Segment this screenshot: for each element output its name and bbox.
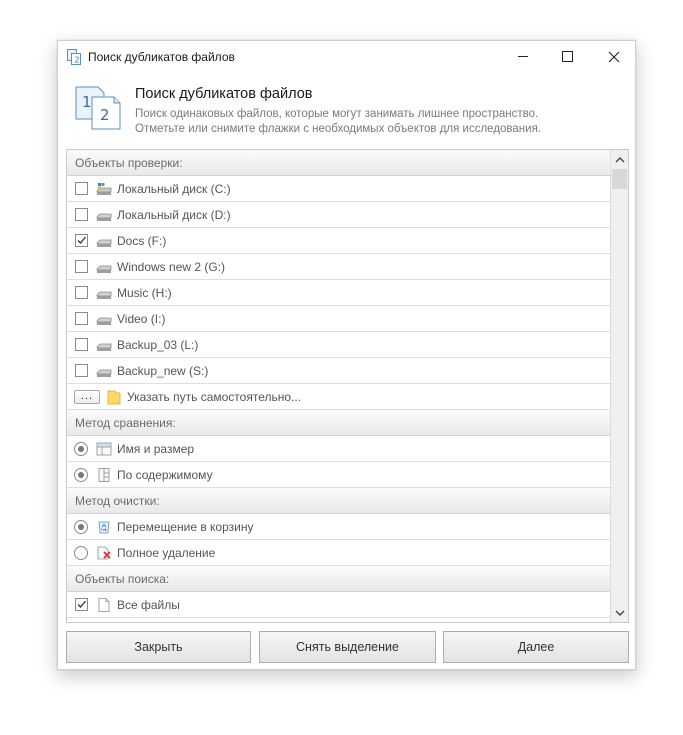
scroll-thumb[interactable]	[612, 169, 627, 189]
drive-icon	[96, 260, 112, 274]
cleanup-option-label: Полное удаление	[117, 546, 216, 560]
delete-file-icon	[96, 546, 112, 560]
compare-option-label: По содержимому	[117, 468, 213, 482]
dialog-header: 1 2 Поиск дубликатов файлов Поиск одинак…	[58, 73, 635, 149]
drive-label: Backup_new (S:)	[117, 364, 209, 378]
minimize-button[interactable]	[500, 41, 546, 72]
drive-checkbox[interactable]	[75, 260, 88, 273]
cleanup-option-label: Перемещение в корзину	[117, 520, 254, 534]
chevron-down-icon	[615, 610, 624, 616]
close-icon	[608, 51, 620, 62]
group-header-cleanup-method: Метод очистки:	[67, 488, 611, 514]
search-option-row[interactable]: Все файлы	[67, 592, 611, 618]
file-icon	[96, 598, 112, 612]
group-header-scan-objects: Объекты проверки:	[67, 150, 611, 176]
custom-path-row[interactable]: ... Указать путь самостоятельно...	[67, 384, 611, 410]
custom-path-label: Указать путь самостоятельно...	[127, 390, 302, 404]
dialog-footer: Закрыть Снять выделение Далее	[58, 623, 635, 671]
drive-row[interactable]: Backup_new (S:)	[67, 358, 611, 384]
system-drive-icon	[96, 182, 112, 196]
browse-button[interactable]: ...	[74, 390, 100, 404]
scroll-up-button[interactable]	[611, 150, 628, 168]
drive-row[interactable]: Music (H:)	[67, 280, 611, 306]
compare-radio[interactable]	[74, 442, 88, 456]
drive-row[interactable]: Windows new 2 (G:)	[67, 254, 611, 280]
search-checkbox[interactable]	[75, 598, 88, 611]
cleanup-radio[interactable]	[74, 546, 88, 560]
drive-checkbox[interactable]	[75, 208, 88, 221]
minimize-icon	[517, 56, 528, 57]
table-icon	[96, 442, 112, 456]
title-bar[interactable]: 2 Поиск дубликатов файлов	[58, 41, 635, 73]
compare-radio[interactable]	[74, 468, 88, 482]
drive-icon	[96, 234, 112, 248]
duplicate-files-icon: 1 2	[74, 85, 124, 131]
drive-label: Локальный диск (C:)	[117, 182, 231, 196]
recycle-bin-icon	[96, 520, 112, 534]
window-title: Поиск дубликатов файлов	[88, 50, 235, 64]
close-button[interactable]: Закрыть	[66, 631, 251, 663]
cleanup-option-row[interactable]: Полное удаление	[67, 540, 611, 566]
drive-row[interactable]: Video (I:)	[67, 306, 611, 332]
drive-label: Локальный диск (D:)	[117, 208, 231, 222]
drive-icon	[96, 286, 112, 300]
drive-icon	[96, 208, 112, 222]
cleanup-option-row[interactable]: Перемещение в корзину	[67, 514, 611, 540]
radio-dot	[78, 524, 84, 530]
description-line-1: Поиск одинаковых файлов, которые могут з…	[135, 108, 539, 120]
svg-text:1: 1	[82, 93, 92, 111]
compare-option-row[interactable]: По содержимому	[67, 462, 611, 488]
compare-option-row[interactable]: Имя и размер	[67, 436, 611, 462]
drive-icon	[96, 364, 112, 378]
group-header-compare-method: Метод сравнения:	[67, 410, 611, 436]
checkmark-icon	[77, 600, 86, 608]
drive-checkbox[interactable]	[75, 234, 88, 247]
options-list[interactable]: Объекты проверки: Локальный диск (C:) Ло…	[66, 149, 629, 623]
chevron-up-icon	[615, 156, 624, 162]
drive-row[interactable]: Docs (F:)	[67, 228, 611, 254]
description-line-2: Отметьте или снимите флажки с необходимы…	[135, 123, 542, 135]
svg-text:2: 2	[100, 106, 110, 124]
radio-dot	[78, 472, 84, 478]
drive-checkbox[interactable]	[75, 338, 88, 351]
maximize-button[interactable]	[544, 41, 590, 72]
drive-checkbox[interactable]	[75, 312, 88, 325]
dialog-description: Поиск одинаковых файлов, которые могут з…	[135, 107, 541, 137]
drive-label: Backup_03 (L:)	[117, 338, 199, 352]
deselect-button[interactable]: Снять выделение	[259, 631, 436, 663]
dialog-title: Поиск дубликатов файлов	[135, 86, 313, 102]
drive-label: Docs (F:)	[117, 234, 167, 248]
duplicate-finder-window: 2 Поиск дубликатов файлов 1 2 Поиск дубл…	[57, 40, 636, 670]
drive-checkbox[interactable]	[75, 364, 88, 377]
group-header-search-objects: Объекты поиска:	[67, 566, 611, 592]
content-icon	[96, 468, 112, 482]
compare-option-label: Имя и размер	[117, 442, 195, 456]
drive-row[interactable]: Локальный диск (D:)	[67, 202, 611, 228]
close-window-button[interactable]	[591, 41, 637, 72]
search-option-label: Все файлы	[117, 598, 180, 612]
svg-text:2: 2	[75, 56, 80, 65]
drive-row[interactable]: Локальный диск (C:)	[67, 176, 611, 202]
drive-checkbox[interactable]	[75, 286, 88, 299]
scroll-down-button[interactable]	[611, 604, 628, 622]
next-button[interactable]: Далее	[443, 631, 629, 663]
maximize-icon	[561, 51, 573, 62]
cleanup-radio[interactable]	[74, 520, 88, 534]
drive-label: Video (I:)	[117, 312, 166, 326]
drive-icon	[96, 338, 112, 352]
drive-label: Windows new 2 (G:)	[117, 260, 226, 274]
radio-dot	[78, 446, 84, 452]
app-icon: 2	[67, 49, 81, 65]
drive-icon	[96, 312, 112, 326]
drive-row[interactable]: Backup_03 (L:)	[67, 332, 611, 358]
folder-icon	[107, 389, 121, 405]
drive-checkbox[interactable]	[75, 182, 88, 195]
drive-label: Music (H:)	[117, 286, 172, 300]
checkmark-icon	[77, 236, 86, 244]
list-scrollbar[interactable]	[610, 150, 628, 622]
